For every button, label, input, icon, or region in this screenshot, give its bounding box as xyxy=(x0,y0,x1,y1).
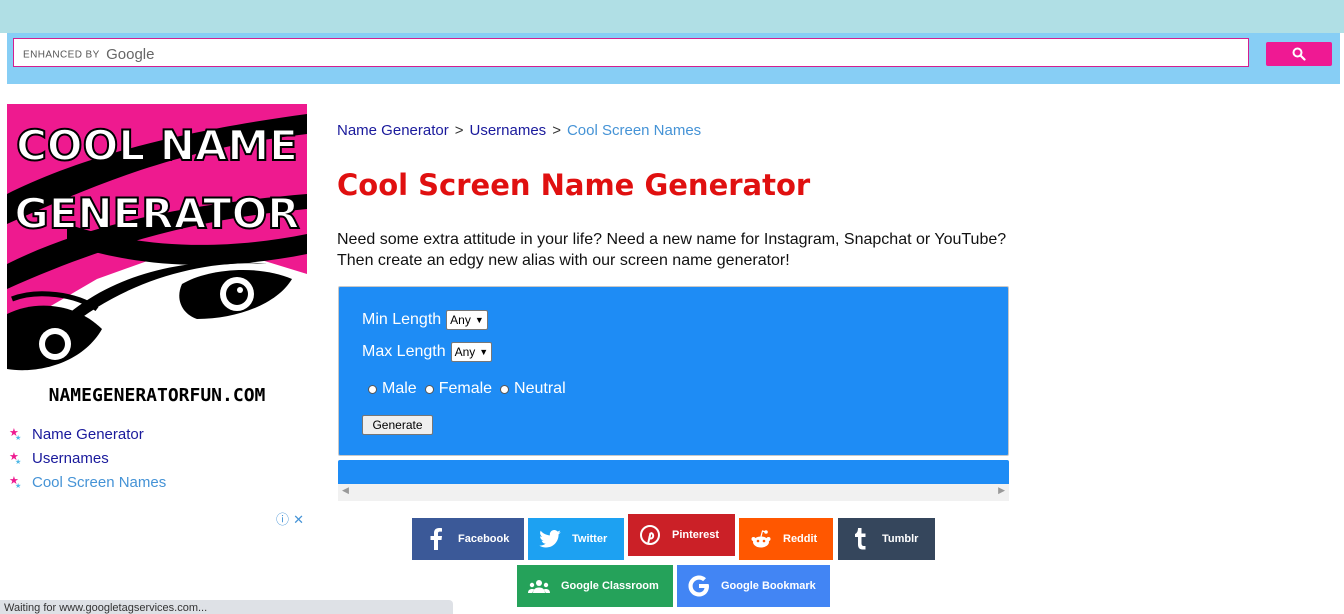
ad-choices[interactable]: ⓘ ✕ xyxy=(276,509,304,528)
info-icon[interactable]: ⓘ xyxy=(276,513,289,528)
generator-form: Min Length Any ▼ Max Length Any ▼ Male F… xyxy=(338,286,1009,456)
min-length-select[interactable]: Any ▼ xyxy=(446,310,488,330)
twitter-icon xyxy=(536,530,564,548)
scroll-right-icon[interactable]: ▶ xyxy=(998,486,1005,496)
logo-line2: GENERATOR xyxy=(14,189,299,238)
share-google-bookmark-label: Google Bookmark xyxy=(721,580,816,592)
logo-line1: COOL NAME xyxy=(16,121,298,170)
tumblr-icon xyxy=(846,528,874,550)
max-length-value: Any xyxy=(454,345,476,359)
breadcrumb-usernames[interactable]: Usernames xyxy=(469,122,546,139)
search-bar: ENHANCED BY Google xyxy=(7,33,1340,84)
search-button[interactable] xyxy=(1266,42,1332,66)
generate-button[interactable]: Generate xyxy=(362,415,433,435)
gender-radio-female[interactable] xyxy=(424,384,434,394)
breadcrumb-name-generator[interactable]: Name Generator xyxy=(337,122,449,139)
share-twitter-label: Twitter xyxy=(572,533,608,545)
share-google-classroom-label: Google Classroom xyxy=(561,580,659,592)
site-logo[interactable]: COOL NAME GENERATOR NAMEGENERATORFUN.COM xyxy=(7,104,307,404)
gender-radio-male[interactable] xyxy=(368,384,377,394)
share-pinterest-label: Pinterest xyxy=(672,529,720,541)
google-classroom-icon xyxy=(525,579,553,593)
breadcrumb-current: Cool Screen Names xyxy=(566,122,702,139)
sidebar-item-usernames[interactable]: ★ ★ Usernames xyxy=(8,446,166,470)
gender-radio-neutral[interactable] xyxy=(500,384,510,394)
logo-site: NAMEGENERATORFUN.COM xyxy=(49,385,266,404)
sidebar-nav: ★ ★ Name Generator ★ ★ Usernames ★ ★ Cool S… xyxy=(8,422,166,494)
sidebar-item-label[interactable]: Usernames xyxy=(32,450,109,467)
share-reddit-button[interactable]: Reddit xyxy=(739,518,833,560)
status-text: Waiting for www.googletagservices.com... xyxy=(4,602,208,614)
search-input[interactable]: ENHANCED BY Google xyxy=(13,38,1249,67)
pinterest-icon xyxy=(636,525,664,545)
scroll-left-icon[interactable]: ◀ xyxy=(342,486,349,496)
star-bullet-icon: ★ ★ xyxy=(8,450,32,466)
share-twitter-button[interactable]: Twitter xyxy=(528,518,624,560)
search-icon xyxy=(1292,47,1306,61)
star-bullet-icon: ★ ★ xyxy=(8,426,32,442)
star-bullet-icon: ★ ★ xyxy=(8,474,32,490)
sidebar-item-label[interactable]: Cool Screen Names xyxy=(32,474,166,491)
gender-label-male[interactable]: Male xyxy=(382,380,417,398)
max-length-select[interactable]: Any ▼ xyxy=(450,342,493,362)
horizontal-scrollbar[interactable]: ◀ ▶ xyxy=(338,484,1009,501)
breadcrumb-separator: > xyxy=(552,122,561,139)
close-icon[interactable]: ✕ xyxy=(293,513,304,528)
sidebar-item-cool-screen-names[interactable]: ★ ★ Cool Screen Names xyxy=(8,470,166,494)
google-icon xyxy=(685,575,713,597)
svg-text:★: ★ xyxy=(15,482,21,490)
browser-status-bar: Waiting for www.googletagservices.com... xyxy=(0,600,453,614)
sidebar-item-name-generator[interactable]: ★ ★ Name Generator xyxy=(8,422,166,446)
google-label: Google xyxy=(106,46,155,64)
page-title: Cool Screen Name Generator xyxy=(337,168,811,202)
breadcrumb-separator: > xyxy=(454,122,464,139)
search-placeholder: ENHANCED BY Google xyxy=(23,46,154,64)
gender-label-female[interactable]: Female xyxy=(439,380,492,398)
min-length-value: Any xyxy=(450,313,471,327)
share-facebook-button[interactable]: Facebook xyxy=(412,518,524,560)
chevron-down-icon: ▼ xyxy=(474,315,484,325)
enhanced-by-label: ENHANCED BY xyxy=(23,49,100,61)
results-panel xyxy=(338,460,1009,484)
gender-label-neutral[interactable]: Neutral xyxy=(514,380,566,398)
intro-text: Need some extra attitude in your life? N… xyxy=(337,231,1007,269)
share-pinterest-button[interactable]: Pinterest xyxy=(628,514,735,556)
share-tumblr-button[interactable]: Tumblr xyxy=(838,518,935,560)
share-facebook-label: Facebook xyxy=(458,533,510,545)
max-length-row: Max Length Any ▼ xyxy=(362,342,493,362)
svg-text:★: ★ xyxy=(15,458,21,466)
share-google-classroom-button[interactable]: Google Classroom xyxy=(517,565,673,607)
reddit-icon xyxy=(747,529,775,549)
min-length-row: Min Length Any ▼ xyxy=(362,310,488,330)
share-tumblr-label: Tumblr xyxy=(882,533,919,545)
share-google-bookmark-button[interactable]: Google Bookmark xyxy=(677,565,830,607)
breadcrumb: Name Generator > Usernames > Cool Screen Nam… xyxy=(337,122,701,139)
chevron-down-icon: ▼ xyxy=(479,347,489,357)
gender-radio-group: Male Female Neutral xyxy=(368,380,574,398)
max-length-label: Max Length xyxy=(362,343,446,360)
share-reddit-label: Reddit xyxy=(783,533,818,545)
svg-text:★: ★ xyxy=(15,434,21,442)
top-banner-strip xyxy=(0,0,1344,33)
facebook-icon xyxy=(422,528,450,550)
sidebar-item-label[interactable]: Name Generator xyxy=(32,426,144,443)
min-length-label: Min Length xyxy=(362,311,442,328)
